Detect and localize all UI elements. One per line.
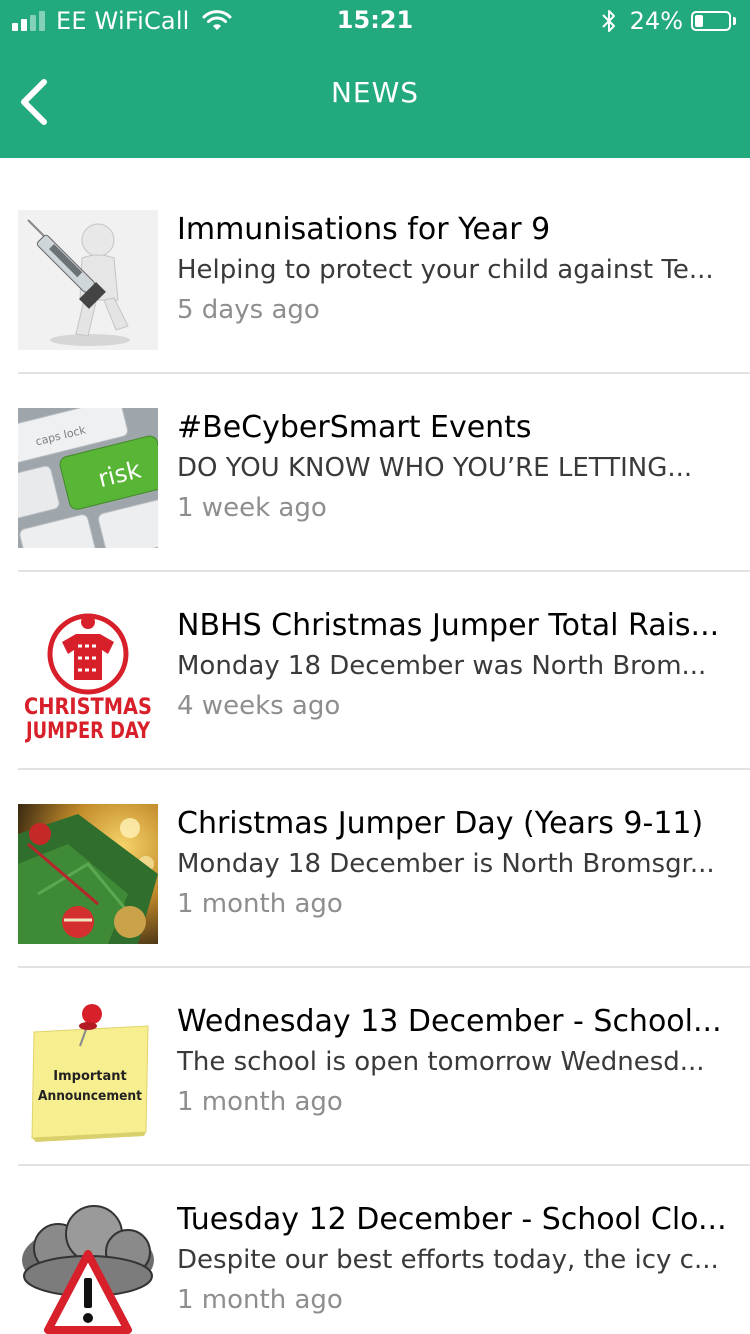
news-time: 1 month ago — [177, 889, 343, 919]
news-summary: The school is open tomorrow Wednesd... — [177, 1047, 705, 1077]
news-item[interactable]: CHRISTMAS JUMPER DAY NBHS Christmas Jump… — [18, 554, 750, 751]
christmas-tree-baubles-image — [18, 804, 158, 944]
news-item[interactable]: Immunisations for Year 9 Helping to prot… — [18, 158, 750, 355]
note-announcement-text: Announcement — [38, 1089, 142, 1104]
news-text: Tuesday 12 December - School Clo... Desp… — [177, 1200, 737, 1320]
news-time: 1 month ago — [177, 1285, 343, 1315]
logo-jumper-day-text: JUMPER DAY — [24, 719, 150, 744]
status-right: 24% — [600, 6, 736, 36]
news-item[interactable]: Important Announcement Wednesday 13 Dece… — [18, 950, 750, 1147]
news-text: Christmas Jumper Day (Years 9-11) Monday… — [177, 804, 737, 924]
status-bar: EE WiFiCall 15:21 24% — [0, 0, 750, 40]
nav-bar: NEWS — [0, 40, 750, 158]
news-item[interactable]: Tuesday 12 December - School Clo... Desp… — [18, 1148, 750, 1334]
news-text: NBHS Christmas Jumper Total Rais... Mond… — [177, 606, 737, 726]
news-summary: Helping to protect your child against Te… — [177, 255, 714, 285]
news-summary: Monday 18 December was North Brom... — [177, 651, 707, 681]
battery-percent: 24% — [629, 7, 683, 35]
news-title: Immunisations for Year 9 — [177, 212, 551, 247]
news-title: Tuesday 12 December - School Clo... — [177, 1202, 727, 1237]
news-time: 5 days ago — [177, 295, 320, 325]
header: EE WiFiCall 15:21 24% NEWS — [0, 0, 750, 158]
news-title: Wednesday 13 December - School... — [177, 1004, 722, 1039]
battery-level-fill — [695, 15, 703, 27]
news-item[interactable]: caps lock risk #BeCyberSmart Events DO Y… — [18, 356, 750, 553]
news-text: Immunisations for Year 9 Helping to prot… — [177, 210, 737, 330]
battery-icon — [691, 11, 731, 31]
app: EE WiFiCall 15:21 24% NEWS Immunisations… — [0, 0, 750, 1334]
news-text: #BeCyberSmart Events DO YOU KNOW WHO YOU… — [177, 408, 737, 528]
news-summary: Monday 18 December is North Bromsgr... — [177, 849, 715, 879]
page-title: NEWS — [330, 76, 420, 109]
news-summary: Despite our best efforts today, the icy … — [177, 1245, 719, 1275]
storm-cloud-warning-image — [18, 1200, 158, 1334]
news-title: NBHS Christmas Jumper Total Rais... — [177, 608, 720, 643]
news-item[interactable]: Christmas Jumper Day (Years 9-11) Monday… — [18, 752, 750, 949]
news-time: 1 month ago — [177, 1087, 343, 1117]
news-time: 4 weeks ago — [177, 691, 341, 721]
news-time: 1 week ago — [177, 493, 327, 523]
battery-tip — [733, 17, 736, 25]
note-important-text: Important — [53, 1069, 127, 1084]
important-announcement-note-image: Important Announcement — [18, 1002, 158, 1142]
logo-christmas-text: CHRISTMAS — [24, 695, 152, 720]
news-text: Wednesday 13 December - School... The sc… — [177, 1002, 737, 1122]
christmas-jumper-day-logo: CHRISTMAS JUMPER DAY — [18, 606, 158, 746]
bluetooth-icon — [601, 10, 615, 32]
syringe-figure-image — [18, 210, 158, 350]
news-title: Christmas Jumper Day (Years 9-11) — [177, 806, 704, 841]
news-title: #BeCyberSmart Events — [177, 410, 532, 445]
keyboard-risk-key-image: caps lock risk — [18, 408, 158, 548]
news-summary: DO YOU KNOW WHO YOU’RE LETTING... — [177, 453, 693, 483]
